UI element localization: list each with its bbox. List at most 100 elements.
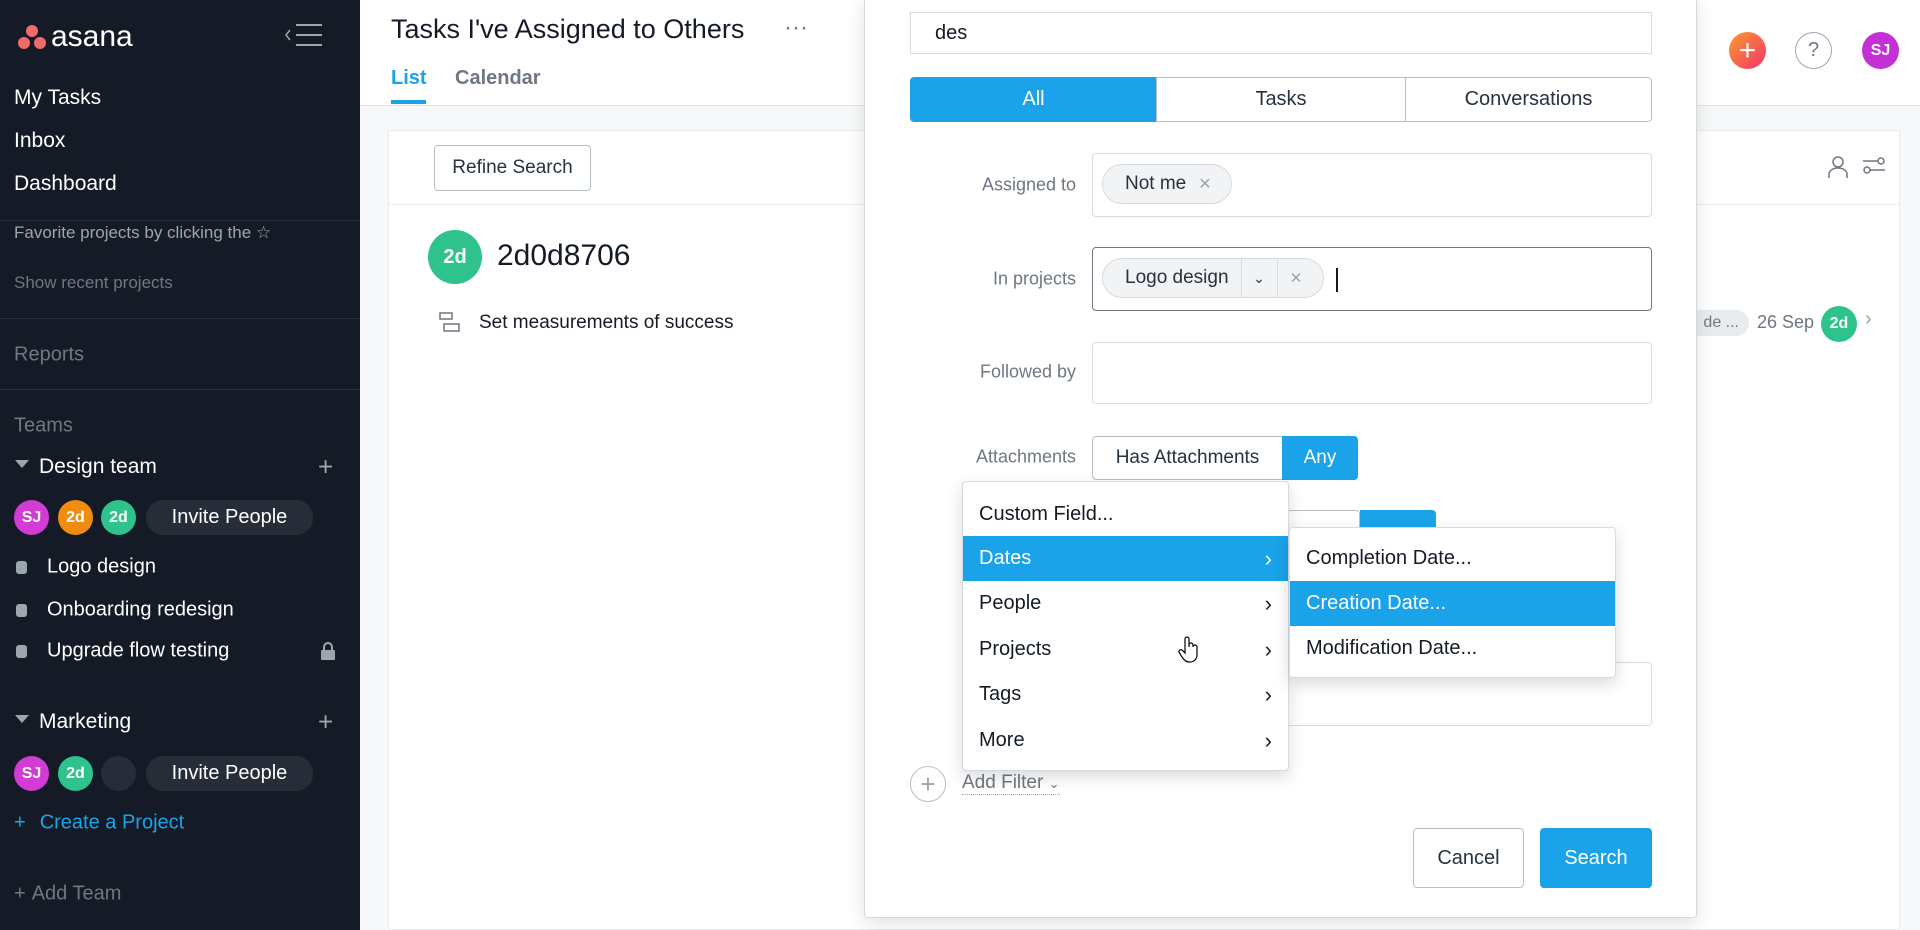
add-filter-menu: Custom Field... Dates › People › Projects ›… — [962, 481, 1289, 771]
chevron-right-icon[interactable]: › — [1865, 308, 1872, 331]
menu-item-people[interactable]: People › — [963, 581, 1288, 626]
collapse-sidebar-icon[interactable] — [284, 22, 324, 48]
avatar[interactable]: SJ — [14, 500, 49, 535]
menu-item-creation-date[interactable]: Creation Date... — [1290, 581, 1615, 626]
menu-item-modification-date[interactable]: Modification Date... — [1290, 626, 1615, 671]
sidebar-project-onboarding-redesign[interactable]: Onboarding redesign — [47, 599, 234, 622]
scope-tasks-tab[interactable]: Tasks — [1156, 77, 1406, 122]
due-date: 26 Sep — [1757, 312, 1815, 332]
sidebar-item-reports[interactable]: Reports — [14, 344, 84, 367]
show-recent-projects[interactable]: Show recent projects — [14, 273, 173, 293]
refine-search-button[interactable]: Refine Search — [434, 145, 591, 191]
menu-item-completion-date[interactable]: Completion Date... — [1290, 536, 1615, 581]
lock-icon — [321, 642, 335, 660]
menu-item-dates[interactable]: Dates › — [963, 536, 1288, 581]
chevron-down-icon: ⌄ — [1048, 776, 1060, 791]
favorites-hint: Favorite projects by clicking the ☆ — [14, 223, 271, 243]
subtask-icon — [439, 312, 460, 332]
divider — [0, 389, 360, 390]
assignee-chip-label: Not me — [1125, 173, 1187, 194]
create-project-link[interactable]: + Create a Project — [14, 812, 184, 835]
filter-settings-icon[interactable] — [1862, 155, 1886, 177]
avatar[interactable]: SJ — [14, 756, 49, 791]
caret-down-icon[interactable] — [15, 715, 29, 723]
caret-down-icon[interactable] — [15, 460, 29, 468]
divider — [0, 220, 360, 221]
avatar[interactable]: 2d — [58, 500, 93, 535]
menu-item-label: Custom Field... — [979, 503, 1114, 525]
chevron-right-icon: › — [1264, 681, 1272, 707]
assigned-to-field[interactable]: Not me ✕ — [1092, 153, 1652, 217]
scope-all-tab[interactable]: All — [910, 77, 1157, 122]
menu-item-label: Tags — [979, 683, 1022, 705]
avatar[interactable]: 2d — [58, 756, 93, 791]
star-icon: ☆ — [255, 223, 272, 242]
invite-people-button[interactable]: Invite People — [146, 500, 313, 535]
more-options-icon[interactable]: ··· — [784, 14, 808, 42]
teams-heading: Teams — [14, 414, 73, 437]
menu-item-label: Dates — [979, 547, 1032, 569]
quick-add-icon[interactable]: + — [1729, 32, 1766, 69]
assignee-chip: Not me ✕ — [1102, 164, 1232, 204]
person-icon[interactable] — [1827, 155, 1849, 179]
add-filter-label: Add Filter — [962, 772, 1044, 793]
user-avatar[interactable]: SJ — [1862, 32, 1899, 69]
project-color-icon — [16, 645, 27, 658]
add-filter-button[interactable]: Add Filter ⌄ — [962, 772, 1060, 795]
followed-by-field[interactable] — [1092, 342, 1652, 404]
add-team-label: Add Team — [31, 882, 122, 905]
sidebar-item-my-tasks[interactable]: My Tasks — [14, 86, 101, 110]
assignee-avatar[interactable]: 2d — [1821, 306, 1857, 342]
search-input[interactable] — [910, 12, 1652, 54]
sidebar-item-inbox[interactable]: Inbox — [14, 129, 65, 153]
add-filter-plus-icon[interactable]: + — [910, 766, 946, 802]
has-attachments-option[interactable]: Has Attachments — [1092, 436, 1283, 480]
active-tab-indicator — [391, 100, 426, 104]
in-projects-field[interactable]: Logo design ⌄ ✕ — [1092, 247, 1652, 311]
project-chip: Logo design ⌄ ✕ — [1102, 258, 1324, 298]
followed-by-label: Followed by — [979, 361, 1076, 382]
remove-icon[interactable]: ✕ — [1276, 259, 1315, 297]
avatar[interactable]: 2d — [101, 500, 136, 535]
project-color-icon — [16, 561, 27, 574]
add-project-icon[interactable]: + — [318, 707, 333, 738]
plus-icon: + — [14, 882, 26, 905]
sidebar-project-upgrade-flow-testing[interactable]: Upgrade flow testing — [47, 640, 229, 663]
menu-item-custom-field[interactable]: Custom Field... — [963, 492, 1288, 537]
in-projects-label: In projects — [992, 268, 1076, 289]
add-project-icon[interactable]: + — [318, 452, 333, 483]
invite-people-button[interactable]: Invite People — [146, 756, 313, 791]
menu-item-projects[interactable]: Projects › — [963, 627, 1288, 672]
task-name[interactable]: Set measurements of success — [479, 312, 734, 334]
chevron-right-icon: › — [1264, 727, 1272, 753]
scope-conversations-tab[interactable]: Conversations — [1405, 77, 1652, 122]
menu-item-tags[interactable]: Tags › — [963, 672, 1288, 717]
cancel-button[interactable]: Cancel — [1413, 828, 1524, 888]
team-name-marketing[interactable]: Marketing — [39, 710, 131, 734]
favorites-hint-text: Favorite projects by clicking the — [14, 223, 252, 242]
tab-list[interactable]: List — [391, 67, 427, 90]
group-heading: 2d0d8706 — [497, 239, 631, 272]
remove-icon[interactable]: ✕ — [1198, 174, 1211, 194]
group-avatar: 2d — [428, 230, 482, 284]
chevron-right-icon: › — [1264, 590, 1272, 616]
search-button[interactable]: Search — [1540, 828, 1652, 888]
menu-item-more[interactable]: More › — [963, 718, 1288, 763]
avatar-placeholder[interactable] — [101, 756, 136, 791]
help-icon[interactable]: ? — [1795, 32, 1832, 69]
assigned-to-label: Assigned to — [981, 174, 1076, 195]
any-attachments-option[interactable]: Any — [1282, 436, 1358, 480]
cursor-hand-icon — [1178, 636, 1198, 663]
plus-icon: + — [14, 811, 26, 834]
sidebar: asana My Tasks Inbox Dashboard Favorite … — [0, 0, 360, 930]
attachments-label: Attachments — [975, 446, 1076, 467]
tab-calendar[interactable]: Calendar — [455, 67, 541, 90]
sidebar-project-logo-design[interactable]: Logo design — [47, 556, 156, 579]
asana-logo[interactable]: asana — [17, 20, 133, 54]
sidebar-item-dashboard[interactable]: Dashboard — [14, 172, 117, 196]
chevron-down-icon[interactable]: ⌄ — [1240, 259, 1277, 297]
create-project-label: Create a Project — [39, 811, 185, 834]
menu-item-label: Projects — [979, 638, 1052, 660]
add-team-link[interactable]: + Add Team — [14, 883, 121, 906]
team-name-design[interactable]: Design team — [39, 455, 157, 479]
